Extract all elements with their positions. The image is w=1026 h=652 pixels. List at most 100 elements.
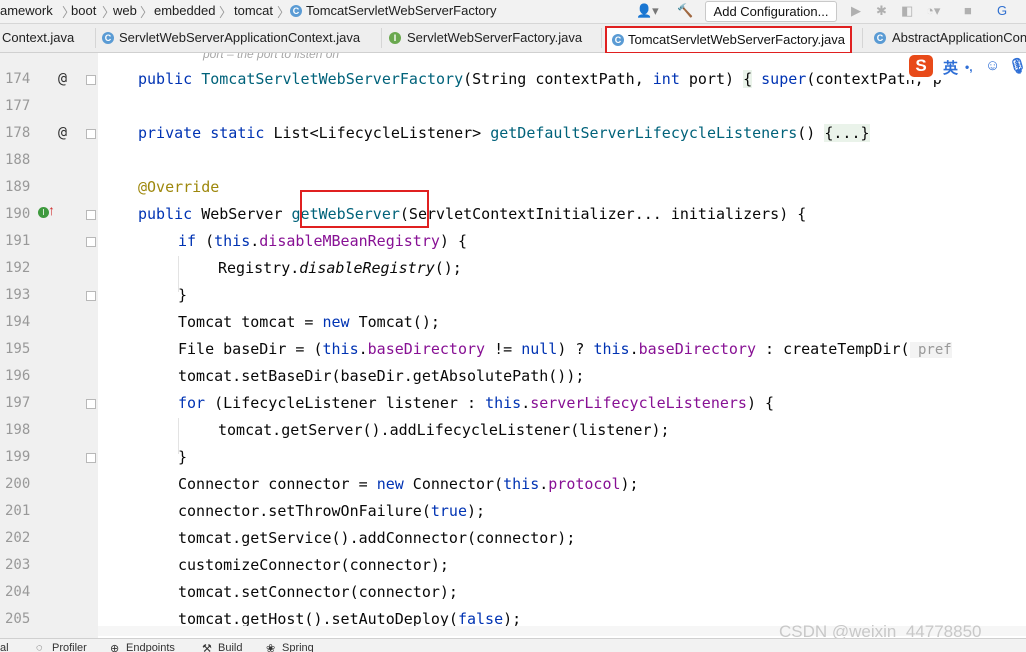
debug-icon[interactable]: ✱ xyxy=(876,3,887,19)
class-icon: C xyxy=(874,32,886,44)
tab-divider xyxy=(862,28,863,48)
fold-toggle-icon[interactable] xyxy=(86,75,96,85)
code-line-196: tomcat.setBaseDir(baseDir.getAbsolutePat… xyxy=(178,367,585,385)
breadcrumb-separator: 〉 xyxy=(140,5,154,20)
breadcrumb-separator: 〉 xyxy=(219,5,233,20)
parameter-hint: pref xyxy=(909,342,952,358)
folded-region[interactable]: { xyxy=(743,70,753,88)
code-line-192: Registry.disableRegistry(); xyxy=(218,259,462,277)
code-line-199: } xyxy=(178,448,188,466)
fold-toggle-icon[interactable] xyxy=(86,399,96,409)
line-number: 188 xyxy=(5,152,31,168)
overrides-up-arrow-icon[interactable]: ↑ xyxy=(48,202,55,218)
code-line-202: tomcat.getService().addConnector(connect… xyxy=(178,529,576,547)
breadcrumb-item-class[interactable]: TomcatServletWebServerFactory xyxy=(306,3,497,18)
user-icon[interactable]: 👤▾ xyxy=(636,3,659,19)
code-line-201: connector.setThrowOnFailure(true); xyxy=(178,502,486,520)
microphone-icon[interactable]: 🎙 xyxy=(1008,57,1026,75)
editor-gutter: 174 177 178 188 189 190 191 192 193 194 … xyxy=(0,53,98,638)
stop-icon[interactable]: ■ xyxy=(964,3,972,18)
code-line-189: @Override xyxy=(138,178,220,196)
tab-servlet-web-server-factory[interactable]: I ServletWebServerFactory.java xyxy=(384,24,599,52)
tab-context[interactable]: Context.java xyxy=(0,24,93,52)
tab-label: AbstractApplicationCon xyxy=(892,30,1026,45)
tab-divider xyxy=(95,28,96,48)
ime-emoji-icon[interactable]: ☺ xyxy=(985,57,1000,74)
line-number: 198 xyxy=(5,422,31,438)
line-number: 191 xyxy=(5,233,31,249)
navigation-bar: amework 〉 boot 〉 web 〉 embedded 〉 tomcat… xyxy=(0,0,1026,24)
line-number: 202 xyxy=(5,530,31,546)
line-number: 204 xyxy=(5,584,31,600)
line-number: 205 xyxy=(5,611,31,627)
sogou-logo-icon[interactable]: S xyxy=(909,55,933,77)
line-number: 192 xyxy=(5,260,31,276)
interface-icon: I xyxy=(389,32,401,44)
code-line-198: tomcat.getServer().addLifecycleListener(… xyxy=(218,421,670,439)
tab-label: TomcatServletWebServerFactory.java xyxy=(628,32,845,47)
tab-label: ServletWebServerFactory.java xyxy=(407,30,583,45)
code-line-197: for (LifecycleListener listener : this.s… xyxy=(178,394,775,412)
line-number: 174 xyxy=(5,71,31,87)
javadoc-param-hint: port – the port to listen on xyxy=(203,53,340,61)
editor-tab-bar: Context.java C ServletWebServerApplicati… xyxy=(0,24,1026,53)
ime-language-toggle[interactable]: 英 xyxy=(943,57,958,78)
code-line-174: public TomcatServletWebServerFactory(Str… xyxy=(138,70,942,88)
fold-toggle-icon[interactable] xyxy=(86,453,96,463)
breadcrumb-item-framework[interactable]: amework xyxy=(0,3,53,18)
run-icon[interactable]: ▶ xyxy=(851,3,861,19)
code-line-194: Tomcat tomcat = new Tomcat(); xyxy=(178,313,440,331)
code-line-200: Connector connector = new Connector(this… xyxy=(178,475,639,493)
tab-divider xyxy=(601,28,602,48)
code-line-191: if (this.disableMBeanRegistry) { xyxy=(178,232,467,250)
breadcrumb-item-web[interactable]: web xyxy=(113,3,137,18)
class-icon: C xyxy=(102,32,114,44)
tab-abstract-application-context[interactable]: C AbstractApplicationCon xyxy=(866,24,1026,52)
fold-toggle-icon[interactable] xyxy=(86,210,96,220)
line-number: 177 xyxy=(5,98,31,114)
breadcrumb-item-tomcat[interactable]: tomcat xyxy=(234,3,273,18)
line-number: 199 xyxy=(5,449,31,465)
code-line-190: public WebServer getWebServer(ServletCon… xyxy=(138,205,807,223)
fold-toggle-icon[interactable] xyxy=(86,237,96,247)
profile-icon[interactable]: ◔▾ xyxy=(926,3,940,19)
class-icon: C xyxy=(290,5,302,17)
tab-servlet-web-server-application-context[interactable]: C ServletWebServerApplicationContext.jav… xyxy=(98,24,378,52)
line-number: 193 xyxy=(5,287,31,303)
breadcrumb-item-boot[interactable]: boot xyxy=(71,3,96,18)
tab-tomcat-servlet-web-server-factory[interactable]: C TomcatServletWebServerFactory.java xyxy=(605,26,852,54)
coverage-icon[interactable]: ◧ xyxy=(901,3,913,19)
line-number: 189 xyxy=(5,179,31,195)
tool-window-bar: al ◌ Profiler ⊕ Endpoints ⚒ Build ❀ Spri… xyxy=(0,638,1026,652)
code-line-203: customizeConnector(connector); xyxy=(178,556,449,574)
tab-label: ServletWebServerApplicationContext.java xyxy=(119,30,361,45)
method-highlight-box xyxy=(300,190,429,228)
code-line-178: private static List<LifecycleListener> g… xyxy=(138,124,870,142)
line-number: 194 xyxy=(5,314,31,330)
line-number: 195 xyxy=(5,341,31,357)
class-icon: C xyxy=(612,34,624,46)
translate-icon[interactable]: G xyxy=(997,3,1007,18)
ime-punctuation-toggle[interactable]: •, xyxy=(965,60,973,74)
code-line-204: tomcat.setConnector(connector); xyxy=(178,583,458,601)
breadcrumb-item-embedded[interactable]: embedded xyxy=(154,3,215,18)
line-number: 190 xyxy=(5,206,31,222)
add-configuration-button[interactable]: Add Configuration... xyxy=(705,1,837,22)
fold-toggle-icon[interactable] xyxy=(86,291,96,301)
override-marker-icon[interactable]: @ xyxy=(58,69,67,87)
line-number: 178 xyxy=(5,125,31,141)
code-line-193: } xyxy=(178,286,188,304)
line-number: 201 xyxy=(5,503,31,519)
line-number: 197 xyxy=(5,395,31,411)
code-editor[interactable]: port – the port to listen on public Tomc… xyxy=(98,53,1026,638)
hammer-build-icon[interactable]: 🔨 xyxy=(677,3,693,19)
line-number: 200 xyxy=(5,476,31,492)
tab-label: Context.java xyxy=(2,30,75,45)
breadcrumb-separator: 〉 xyxy=(277,5,291,20)
folded-region[interactable]: {...} xyxy=(824,124,870,142)
code-line-195: File baseDir = (this.baseDirectory != nu… xyxy=(178,340,952,358)
ime-toolbar[interactable]: S 英 •, ☺ 🎙 xyxy=(905,54,1026,80)
override-marker-icon[interactable]: @ xyxy=(58,123,67,141)
fold-toggle-icon[interactable] xyxy=(86,129,96,139)
line-number: 196 xyxy=(5,368,31,384)
